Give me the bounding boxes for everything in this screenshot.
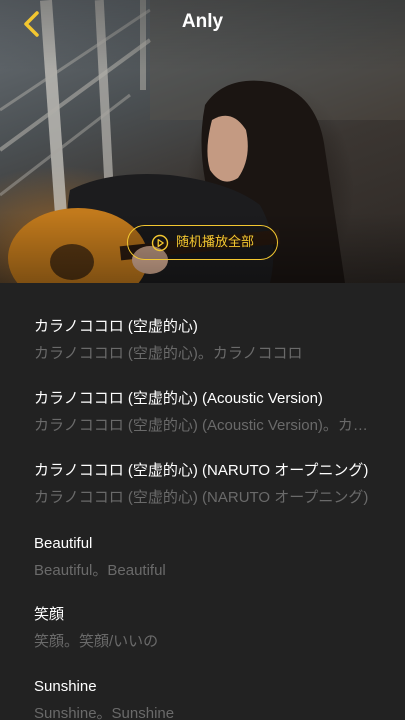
song-subtitle: カラノココロ (空虚的心) (Acoustic Version)。カラノココロ … [34, 417, 370, 434]
back-button[interactable] [16, 8, 48, 40]
song-title: 笑顔 [34, 606, 65, 623]
play-circle-icon [151, 234, 169, 251]
shuffle-play-all-label: 随机播放全部 [175, 234, 254, 250]
song-title: カラノココロ (空虚的心) [34, 318, 198, 335]
song-list: カラノココロ (空虚的心) カラノココロ (空虚的心)。カラノココロ カラノココ… [0, 283, 405, 720]
song-title: カラノココロ (空虚的心) (Acoustic Version) [34, 390, 323, 407]
song-subtitle: Sunshine。Sunshine [34, 705, 175, 720]
song-item[interactable]: Sunshine Sunshine。Sunshine [34, 677, 370, 720]
artist-cover-image: Anly 随机播放全部 [0, 0, 405, 283]
song-item[interactable]: カラノココロ (空虚的心) (NARUTO オープニング) カラノココロ (空虚… [34, 461, 370, 508]
song-item[interactable]: カラノココロ (空虚的心) カラノココロ (空虚的心)。カラノココロ [34, 317, 370, 364]
song-item[interactable]: 笑顔 笑顔。笑顔/いいの [34, 605, 370, 652]
song-subtitle: カラノココロ (空虚的心) (NARUTO オープニング) [34, 489, 369, 506]
song-title: カラノココロ (空虚的心) (NARUTO オープニング) [34, 462, 369, 479]
song-title: Sunshine [34, 678, 97, 695]
song-subtitle: 笑顔。笑顔/いいの [34, 633, 159, 650]
song-item[interactable]: カラノココロ (空虚的心) (Acoustic Version) カラノココロ … [34, 389, 370, 436]
page-title: Anly [181, 11, 224, 32]
song-item[interactable]: Beautiful Beautiful。Beautiful [34, 534, 370, 581]
song-title: Beautiful [34, 535, 93, 552]
chevron-left-icon [24, 11, 39, 37]
shuffle-play-all-button[interactable]: 随机播放全部 [127, 225, 278, 260]
song-subtitle: Beautiful。Beautiful [34, 562, 166, 579]
song-subtitle: カラノココロ (空虚的心)。カラノココロ [34, 345, 303, 362]
